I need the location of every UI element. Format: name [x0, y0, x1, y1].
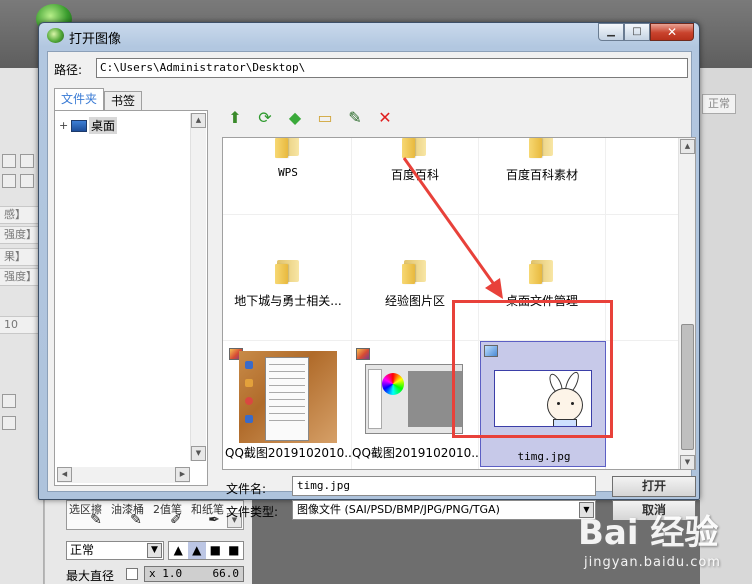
watermark: Bai 经验 jingyan.baidu.com	[576, 505, 752, 584]
watermark-url: jingyan.baidu.com	[584, 555, 721, 570]
annotation-arrow	[402, 157, 503, 299]
watermark-logo: Bai 经验	[578, 513, 719, 553]
highlight-box	[452, 300, 613, 438]
